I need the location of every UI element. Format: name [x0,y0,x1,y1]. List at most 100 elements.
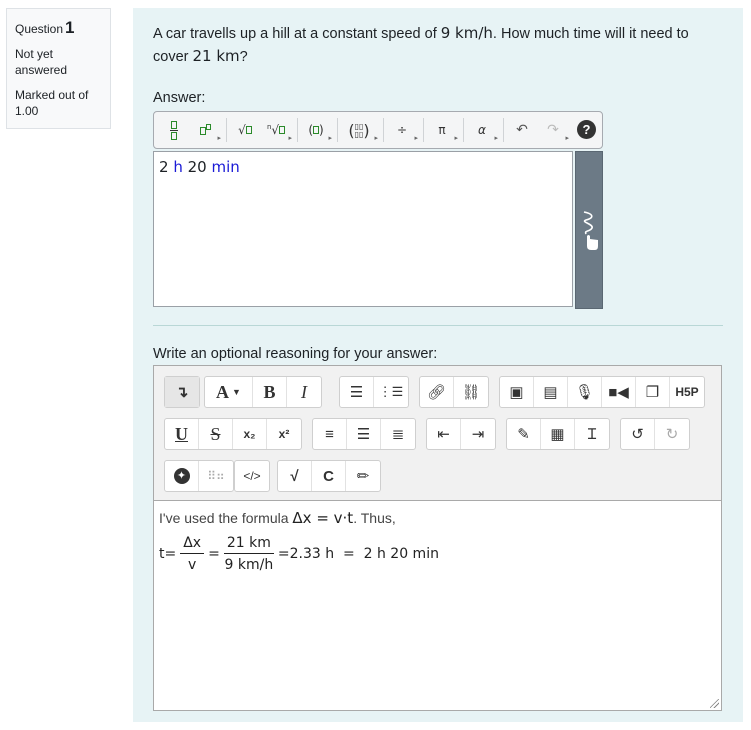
html-button[interactable]: </> [235,461,269,491]
media-file-icon: ▤ [543,384,558,401]
superscript-icon [199,122,211,138]
nth-root-icon: n√ [267,123,286,137]
undo-icon: ↺ [631,426,644,443]
manage-files-button[interactable]: ❐ [636,377,670,407]
numbered-list-button[interactable]: ⋮☰ [374,377,408,407]
divide-button[interactable]: ÷ ▸ [388,115,418,145]
files-icon: ❐ [645,384,660,401]
fraction-dx-over-v: Δx v [180,535,205,573]
formula: Δx = v·t [292,509,354,527]
link-button[interactable]: 🔗︎ [420,377,454,407]
screenreader-helper-button[interactable]: ⠿⠶ [199,461,233,491]
answer-input[interactable]: 2 h 20 min [153,151,573,307]
toolbar-toggle-button[interactable]: ↴ [165,377,199,407]
subscript-button[interactable]: x₂ [233,419,267,449]
media-button[interactable]: ▤ [534,377,568,407]
question-formulation: A car travells up a hill at a constant s… [133,8,743,722]
rich-text-toolbar: ↴ A ▼ B I ☰ ⋮☰ 🔗︎ ⛓︎ ▣ ▤ 🎙︎ ■◀ ❐ H5P U S … [153,365,722,501]
edit-pencil-icon: ✎ [517,426,530,443]
redo-button[interactable]: ↻ [655,419,689,449]
align-left-button[interactable]: ≡ [313,419,347,449]
indent-icon: ⇥ [471,426,485,443]
redo-icon: ↷ [547,122,559,138]
underline-button[interactable]: U [165,419,199,449]
text-cursor-icon: Ɪ [587,426,597,443]
unlink-button[interactable]: ⛓︎ [454,377,488,407]
align-left-icon: ≡ [325,425,334,443]
image-icon: ▣ [509,384,524,401]
pencil-icon: ✏︎ [356,468,370,485]
question-text: A car travells up a hill at a constant s… [153,24,689,65]
fraction-button[interactable] [160,115,188,145]
chemistry-c-icon: C [323,467,334,485]
equation-editor-button[interactable]: ✎ [507,419,541,449]
sqrt-icon: √ [290,467,299,485]
dropdown-caret-icon: ▼ [232,387,241,397]
handwriting-toggle[interactable] [575,151,603,309]
divider [153,325,723,326]
pi-icon: π [438,123,446,137]
strikethrough-button[interactable]: S [199,419,233,449]
sqrt-button[interactable]: √ [231,115,259,145]
matrix-button[interactable]: (▯▯ ▯▯) ▸ [342,115,378,145]
speed-value: 9 km/h [440,24,493,42]
unlink-icon: ⛓︎ [461,384,481,401]
microphone-icon: 🎙︎ [574,384,595,401]
outdent-icon: ⇤ [437,426,450,443]
undo-icon: ↶ [516,122,528,138]
reasoning-intro: I've used the formula Δx = v·t. Thus, [159,509,396,527]
superscript-button[interactable]: ▸ [191,115,221,145]
alpha-button[interactable]: α ▸ [468,115,498,145]
numbered-list-icon: ⋮☰ [378,384,404,399]
bold-button[interactable]: B [253,377,287,407]
matrix-icon: (▯▯ ▯▯) [348,120,370,140]
braille-icon: ⠿⠶ [207,469,225,483]
record-video-button[interactable]: ■◀ [602,377,636,407]
question-state: Not yet answered [15,47,68,77]
equation: t= Δx v = 21 km 9 km/h =2.33 h = 2 h 20 … [159,535,439,573]
help-icon[interactable]: ? [577,120,596,139]
outdent-button[interactable]: ⇤ [427,419,461,449]
pi-button[interactable]: π ▸ [428,115,458,145]
equation-result: =2.33 h = 2 h 20 min [277,546,439,562]
handwriting-hand-icon [583,211,598,250]
font-style-button[interactable]: A ▼ [205,377,253,407]
bullet-list-button[interactable]: ☰ [340,377,374,407]
redo-icon: ↻ [665,426,679,443]
superscript-button[interactable]: x² [267,419,301,449]
record-audio-button[interactable]: 🎙︎ [568,377,602,407]
accessibility-icon: ✦ [173,468,190,484]
undo-button[interactable]: ↶ [508,115,536,145]
align-right-icon: ≣ [391,426,405,443]
question-number: Question 1 [15,18,75,37]
italic-button[interactable]: I [287,377,321,407]
resize-handle-icon[interactable] [710,699,719,708]
image-button[interactable]: ▣ [500,377,534,407]
reasoning-textarea[interactable]: I've used the formula Δx = v·t. Thus, t=… [153,501,722,711]
undo-button[interactable]: ↺ [621,419,655,449]
nth-root-button[interactable]: n√ ▸ [262,115,292,145]
math-sqrt-button[interactable]: √ [278,461,312,491]
fraction-icon [170,120,178,140]
clear-formatting-button[interactable]: Ɪ [575,419,609,449]
fraction-distance-over-speed: 21 km 9 km/h [223,535,274,573]
accessibility-checker-button[interactable]: ✦ [165,461,199,491]
divide-icon: ÷ [396,123,408,137]
sqrt-icon: √ [238,123,252,137]
math-toolbar: ▸ √ n√ ▸ () ▸ (▯▯ ▯▯) ▸ ÷ ▸ π ▸ α ▸ ↶ ↷ … [153,111,603,149]
h5p-button[interactable]: H5P [670,377,704,407]
reasoning-label: Write an optional reasoning for your ans… [153,346,438,362]
table-button[interactable]: ▦ [541,419,575,449]
video-camera-icon: ■◀ [608,384,629,401]
parentheses-button[interactable]: () ▸ [302,115,332,145]
alpha-icon: α [478,123,486,137]
redo-button[interactable]: ↷ ▸ [539,115,569,145]
chemistry-button[interactable]: C [312,461,346,491]
question-grade: Marked out of 1.00 [15,88,89,118]
align-center-button[interactable]: ☰ [347,419,381,449]
draw-button[interactable]: ✏︎ [346,461,380,491]
align-right-button[interactable]: ≣ [381,419,415,449]
indent-button[interactable]: ⇥ [461,419,495,449]
answer-label: Answer: [153,90,206,106]
toggle-arrow-icon: ↴ [175,384,189,401]
